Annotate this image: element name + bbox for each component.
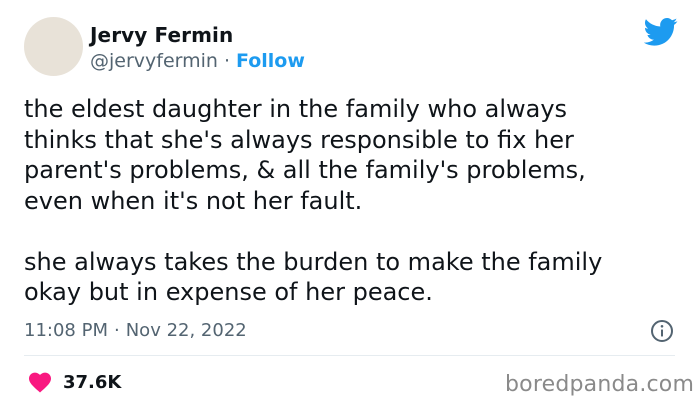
watermark: boredpanda.com — [505, 372, 695, 397]
tweet-text: the eldest daughter in the family who al… — [24, 95, 603, 306]
info-icon[interactable] — [650, 319, 674, 343]
tweet-timestamp[interactable]: 11:08 PM · Nov 22, 2022 — [24, 320, 247, 341]
twitter-bird-icon[interactable] — [644, 17, 678, 47]
separator-dot: · — [113, 320, 120, 341]
tweet-time[interactable]: 11:08 PM — [24, 320, 108, 341]
handle-row: @jervyfermin · Follow — [90, 50, 305, 72]
separator-dot: · — [223, 50, 230, 72]
author-handle[interactable]: @jervyfermin — [90, 50, 218, 72]
author-name[interactable]: Jervy Fermin — [90, 23, 233, 47]
heart-icon[interactable] — [28, 371, 52, 393]
follow-button[interactable]: Follow — [236, 50, 305, 72]
divider — [24, 355, 675, 356]
like-count[interactable]: 37.6K — [63, 372, 121, 393]
avatar[interactable] — [24, 17, 83, 76]
tweet-date[interactable]: Nov 22, 2022 — [126, 320, 247, 341]
